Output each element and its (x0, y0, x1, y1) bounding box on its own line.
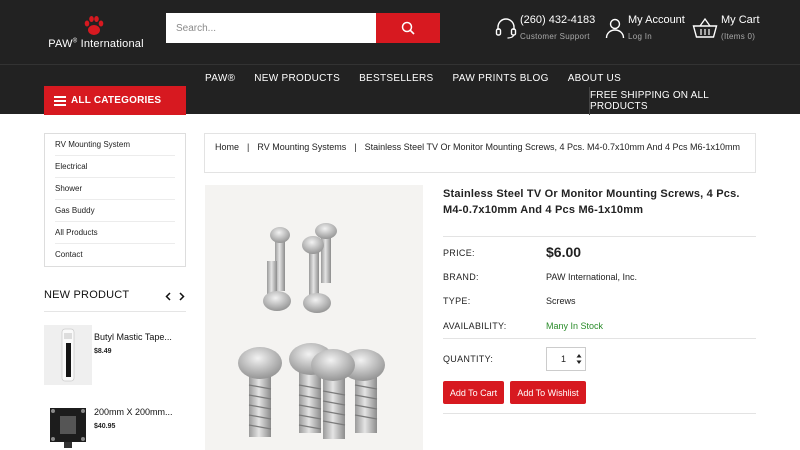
divider (443, 413, 756, 414)
my-cart-link[interactable]: My Cart (Items 0) (692, 14, 760, 44)
cart-count: (Items 0) (721, 32, 756, 41)
main-nav: PAW® NEW PRODUCTS BESTSELLERS PAW PRINTS… (0, 64, 800, 115)
breadcrumb-home[interactable]: Home (215, 142, 239, 152)
breadcrumb: Home | RV Mounting Systems | Stainless Steel… (204, 133, 756, 173)
type-row: TYPE: Screws (443, 296, 756, 310)
search-button[interactable] (376, 13, 440, 43)
quantity-label: QUANTITY: (443, 354, 494, 364)
headset-icon (495, 18, 517, 39)
new-product-item[interactable]: Butyl Mastic Tape... $8.49 (44, 325, 186, 385)
availability-row: AVAILABILITY: Many In Stock (443, 321, 756, 335)
category-electrical[interactable]: Electrical (55, 156, 175, 178)
product-name-link[interactable]: Butyl Mastic Tape... (94, 332, 186, 342)
brand-label: BRAND: (443, 272, 479, 282)
free-shipping-banner: FREE SHIPPING ON ALL PRODUCTS (589, 87, 800, 115)
category-shower[interactable]: Shower (55, 178, 175, 200)
site-header: PAW® International (260) 432-4183 Custom… (0, 0, 800, 64)
breadcrumb-separator: | (247, 142, 250, 152)
quantity-row: QUANTITY: 1 (443, 347, 756, 371)
product-thumbnail[interactable] (44, 325, 92, 385)
login-link[interactable]: Log In (628, 32, 652, 41)
butyl-tape-image (44, 325, 92, 385)
account-label: My Account (628, 14, 685, 26)
paw-logo-icon (84, 16, 104, 35)
new-product-widget: NEW PRODUCT Butyl Mastic Tape... $8.49 2… (44, 289, 187, 450)
carousel-next-button[interactable] (177, 289, 187, 303)
mount-bracket-image (44, 400, 92, 450)
search-icon (401, 21, 415, 35)
search-bar (166, 13, 440, 43)
screws-photo (205, 185, 423, 450)
menu-icon (54, 96, 66, 106)
category-list: RV Mounting System Electrical Shower Gas… (44, 133, 186, 267)
product-price: $40.95 (94, 423, 116, 430)
price-label: PRICE: (443, 248, 475, 258)
chevron-left-icon (165, 291, 171, 301)
product-price: $8.49 (94, 348, 112, 355)
nav-item-paw[interactable]: PAW® (205, 73, 235, 84)
cart-label: My Cart (721, 14, 760, 26)
all-categories-button[interactable]: ALL CATEGORIES (44, 86, 186, 115)
nav-item-new-products[interactable]: NEW PRODUCTS (254, 73, 340, 84)
user-icon (605, 18, 625, 39)
type-value: Screws (546, 296, 576, 306)
support-phone[interactable]: (260) 432-4183 Customer Support (494, 14, 596, 44)
search-input[interactable] (166, 13, 376, 43)
divider (443, 236, 756, 237)
add-to-wishlist-button[interactable]: Add To Wishlist (510, 381, 586, 404)
carousel-arrows (163, 289, 187, 303)
nav-menu: PAW® NEW PRODUCTS BESTSELLERS PAW PRINTS… (205, 73, 640, 84)
my-account-link[interactable]: My Account Log In (603, 14, 685, 44)
divider (443, 338, 756, 339)
breadcrumb-separator: | (354, 142, 357, 152)
type-label: TYPE: (443, 296, 471, 306)
stepper-arrows-icon[interactable] (576, 353, 582, 365)
nav-item-bestsellers[interactable]: BESTSELLERS (359, 73, 433, 84)
product-thumbnail[interactable] (44, 400, 92, 450)
logo-text: PAW® International (48, 38, 144, 50)
divider (44, 311, 186, 312)
all-categories-label: ALL CATEGORIES (71, 95, 162, 106)
availability-value: Many In Stock (546, 321, 604, 331)
quantity-stepper[interactable]: 1 (546, 347, 586, 371)
carousel-prev-button[interactable] (163, 289, 173, 303)
price-value: $6.00 (546, 244, 582, 260)
phone-subtext: Customer Support (520, 32, 590, 41)
basket-icon (692, 17, 718, 38)
brand-value: PAW International, Inc. (546, 272, 638, 282)
brand-row: BRAND: PAW International, Inc. (443, 272, 756, 286)
quantity-value: 1 (561, 354, 567, 364)
product-details: Stainless Steel TV Or Monitor Mounting S… (443, 186, 756, 414)
product-image[interactable] (205, 185, 423, 450)
chevron-right-icon (179, 291, 185, 301)
new-product-item[interactable]: 200mm X 200mm... $40.95 (44, 400, 186, 450)
phone-number: (260) 432-4183 (520, 14, 596, 26)
site-logo[interactable]: PAW® International (48, 14, 144, 54)
breadcrumb-category[interactable]: RV Mounting Systems (257, 142, 346, 152)
category-contact[interactable]: Contact (55, 244, 175, 266)
add-to-cart-button[interactable]: Add To Cart (443, 381, 504, 404)
breadcrumb-current: Stainless Steel TV Or Monitor Mounting S… (364, 142, 741, 152)
availability-label: AVAILABILITY: (443, 321, 507, 331)
nav-item-paw-prints-blog[interactable]: PAW PRINTS BLOG (453, 73, 549, 84)
category-rv-mounting-system[interactable]: RV Mounting System (55, 134, 175, 156)
product-name-link[interactable]: 200mm X 200mm... (94, 407, 186, 417)
category-all-products[interactable]: All Products (55, 222, 175, 244)
category-gas-buddy[interactable]: Gas Buddy (55, 200, 175, 222)
nav-item-about-us[interactable]: ABOUT US (568, 73, 621, 84)
price-row: PRICE: $6.00 (443, 244, 756, 262)
product-title: Stainless Steel TV Or Monitor Mounting S… (443, 188, 740, 216)
